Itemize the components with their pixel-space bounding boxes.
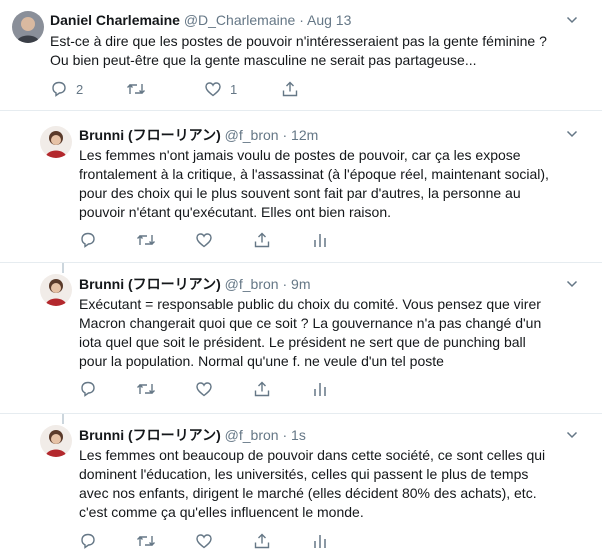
- like-icon: [205, 82, 221, 97]
- author-name[interactable]: Daniel Charlemaine: [50, 12, 180, 28]
- tweet-text: Les femmes n'ont jamais voulu de postes …: [79, 146, 549, 222]
- reply-icon: [81, 533, 95, 549]
- action-bar: 2 1: [50, 79, 310, 99]
- retweet-icon: [127, 84, 145, 94]
- retweet-button[interactable]: [136, 379, 156, 399]
- tweet-line: Ou bien peut-être que la gente masculine…: [50, 52, 477, 68]
- author-handle[interactable]: @f_bron: [225, 127, 279, 143]
- chevron-down-icon[interactable]: [566, 278, 578, 290]
- timestamp[interactable]: 12m: [291, 127, 318, 143]
- analytics-button[interactable]: [312, 379, 328, 399]
- action-bar: [79, 230, 339, 250]
- tweet-text: Les femmes ont beaucoup de pouvoir dans …: [79, 446, 545, 522]
- tweet-line: pour des choix qui le plus souvent sont …: [79, 185, 521, 201]
- tweet-text: Exécutant = responsable public du choix …: [79, 295, 541, 371]
- dot-separator: ·: [282, 127, 288, 143]
- thread-line: [62, 414, 64, 424]
- dot-separator: ·: [282, 276, 288, 292]
- dot-separator: ·: [282, 427, 288, 443]
- analytics-icon: [314, 535, 326, 548]
- reply-icon: [52, 81, 66, 97]
- retweet-icon: [137, 384, 155, 394]
- share-icon: [254, 533, 270, 549]
- author-name[interactable]: Brunni (フローリアン): [79, 427, 221, 443]
- tweet-line: iota quel que soit le président. Le prés…: [79, 334, 526, 350]
- retweet-icon: [137, 536, 155, 546]
- reply-count: 2: [76, 81, 84, 97]
- avatar[interactable]: [12, 11, 44, 43]
- retweet-icon: [137, 235, 155, 245]
- tweet-text: Est-ce à dire que les postes de pouvoir …: [50, 32, 547, 70]
- analytics-icon: [314, 234, 326, 247]
- tweet-line: avec nos enfants, dirigent le marché (el…: [79, 485, 537, 501]
- reply-button[interactable]: 2: [50, 79, 83, 99]
- tweet-3[interactable]: Brunni (フローリアン) @f_bron · 9m Exécutant =…: [0, 263, 602, 413]
- timestamp[interactable]: Aug 13: [307, 12, 351, 28]
- share-button[interactable]: [253, 531, 271, 551]
- avatar[interactable]: [40, 425, 72, 457]
- author-handle[interactable]: @f_bron: [225, 276, 279, 292]
- reply-button[interactable]: [79, 379, 97, 399]
- tweet-line: dominent l'éducation, les universités, c…: [79, 466, 529, 482]
- retweet-button[interactable]: [136, 531, 156, 551]
- action-bar: [79, 531, 339, 551]
- chevron-down-icon[interactable]: [566, 128, 578, 140]
- tweet-line: pouvoir n'étant qu'exécutant. Elles ont …: [79, 204, 391, 220]
- tweet-line: Est-ce à dire que les postes de pouvoir …: [50, 33, 547, 49]
- tweet-line: frontalement à la critique, à l'assassin…: [79, 166, 549, 182]
- tweet-line: Les femmes n'ont jamais voulu de postes …: [79, 147, 521, 163]
- like-button[interactable]: [195, 230, 213, 250]
- like-button[interactable]: [195, 531, 213, 551]
- timestamp[interactable]: 9m: [291, 276, 310, 292]
- author-handle[interactable]: @f_bron: [225, 427, 279, 443]
- reply-button[interactable]: [79, 230, 97, 250]
- chevron-down-icon[interactable]: [566, 429, 578, 441]
- author-name[interactable]: Brunni (フローリアン): [79, 276, 221, 292]
- tweet-line: Les femmes ont beaucoup de pouvoir dans …: [79, 447, 546, 463]
- dot-separator: ·: [299, 12, 304, 28]
- tweet-1[interactable]: Daniel Charlemaine @D_Charlemaine · Aug …: [0, 0, 602, 110]
- share-icon: [254, 381, 270, 397]
- share-icon: [282, 81, 298, 97]
- avatar[interactable]: [40, 126, 72, 158]
- retweet-button[interactable]: [126, 79, 146, 99]
- retweet-button[interactable]: [136, 230, 156, 250]
- author-name[interactable]: Brunni (フローリアン): [79, 127, 221, 143]
- analytics-button[interactable]: [312, 531, 328, 551]
- timestamp[interactable]: 1s: [291, 427, 306, 443]
- analytics-button[interactable]: [312, 230, 328, 250]
- reply-icon: [81, 232, 95, 248]
- tweet-line: c'est comme ça qu'elles influencent le m…: [79, 504, 364, 520]
- action-bar: [79, 379, 339, 399]
- avatar[interactable]: [40, 274, 72, 306]
- tweet-2[interactable]: Brunni (フローリアン) @f_bron · 12m Les femmes…: [0, 111, 602, 262]
- reply-button[interactable]: [79, 531, 97, 551]
- like-icon: [196, 233, 212, 248]
- analytics-icon: [314, 383, 326, 396]
- tweet-line: pour la population. Normal qu'une f. ne …: [79, 353, 444, 369]
- share-button[interactable]: [253, 230, 271, 250]
- thread-line: [62, 263, 64, 273]
- tweet-line: Macron changerait quoi que ce soit ? La …: [79, 315, 542, 331]
- like-button[interactable]: 1: [204, 79, 237, 99]
- share-button[interactable]: [253, 379, 271, 399]
- like-icon: [196, 534, 212, 549]
- chevron-down-icon[interactable]: [566, 14, 578, 26]
- share-button[interactable]: [281, 79, 299, 99]
- like-count: 1: [230, 81, 238, 97]
- share-icon: [254, 232, 270, 248]
- tweet-line: Exécutant = responsable public du choix …: [79, 296, 541, 312]
- like-icon: [196, 382, 212, 397]
- reply-icon: [81, 381, 95, 397]
- tweet-4[interactable]: Brunni (フローリアン) @f_bron · 1s Les femmes …: [0, 414, 602, 559]
- author-handle[interactable]: @D_Charlemaine: [184, 12, 295, 28]
- like-button[interactable]: [195, 379, 213, 399]
